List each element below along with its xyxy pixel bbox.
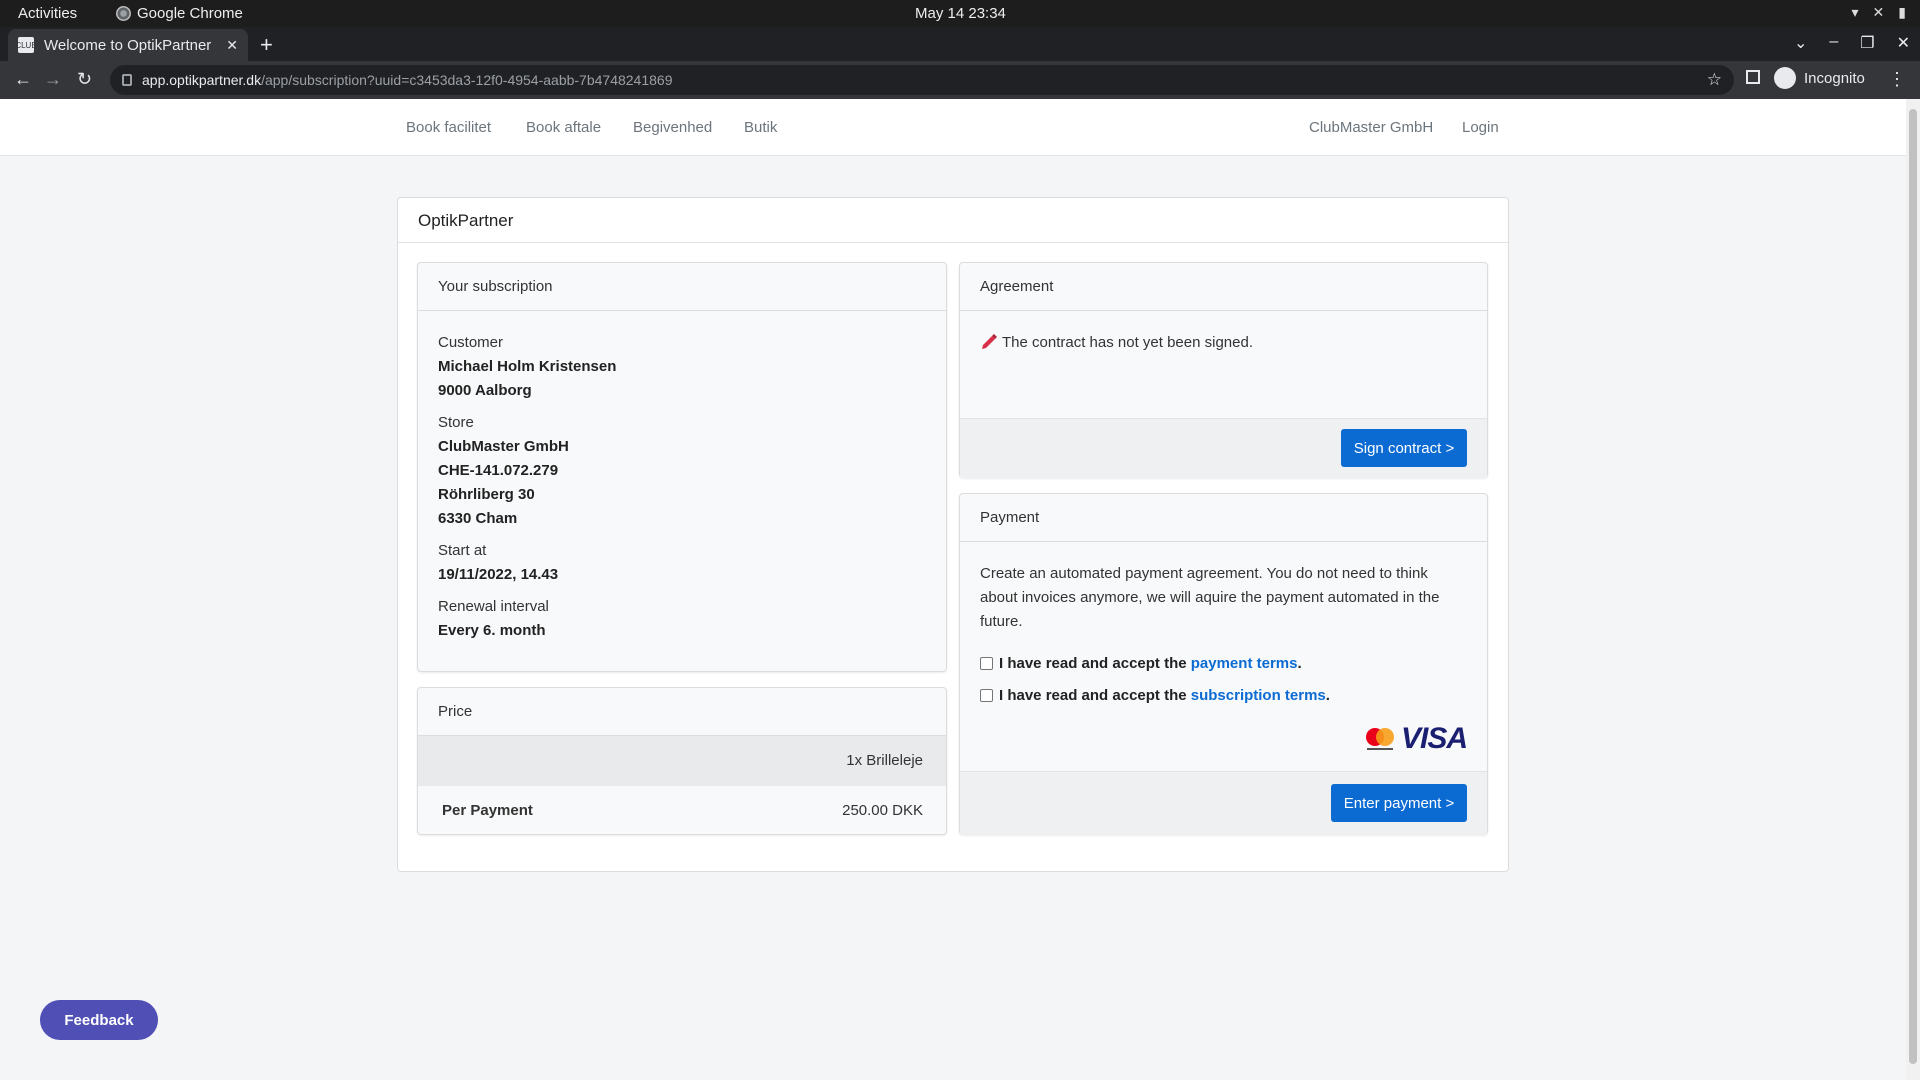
active-app-name: Google Chrome: [137, 5, 243, 22]
payment-terms-link[interactable]: payment terms: [1191, 655, 1298, 672]
scrollbar-thumb[interactable]: [1909, 109, 1917, 1064]
subscription-terms-prefix: I have read and accept the: [999, 687, 1187, 704]
window-controls: ⌄ – ❐ ✕: [1794, 33, 1910, 53]
page-scrollbar[interactable]: [1906, 99, 1920, 1080]
window-close-icon[interactable]: ✕: [1897, 33, 1910, 53]
payment-card: Payment Create an automated payment agre…: [959, 493, 1488, 835]
page-title: OptikPartner: [398, 198, 1508, 243]
wifi-icon: ▾: [1851, 4, 1859, 20]
store-label: Store: [438, 414, 474, 431]
payment-terms-suffix: .: [1297, 655, 1302, 672]
per-payment-row: Per Payment 250.00 DKK: [418, 786, 946, 836]
contract-status: The contract has not yet been signed.: [1002, 333, 1253, 351]
price-item-row: 1x Brilleleje: [418, 736, 946, 786]
lock-icon[interactable]: [122, 74, 132, 86]
price-item: 1x Brilleleje: [846, 752, 923, 769]
incognito-icon: [1774, 67, 1796, 89]
subscription-terms-link[interactable]: subscription terms: [1191, 687, 1326, 704]
side-panel-icon[interactable]: [1746, 70, 1760, 84]
back-icon[interactable]: ←: [14, 69, 32, 90]
subscription-card: Your subscription Customer Michael Holm …: [417, 262, 947, 672]
payment-description: Create an automated payment agreement. Y…: [980, 565, 1440, 630]
payment-terms-line: I have read and accept the payment terms…: [980, 655, 1302, 672]
agreement-card: Agreement The contract has not yet been …: [959, 262, 1488, 478]
browser-menu-icon[interactable]: ⋮: [1888, 69, 1906, 90]
battery-icon: ▮: [1898, 4, 1906, 20]
tab-title: Welcome to OptikPartner: [44, 36, 212, 54]
tab-search-icon[interactable]: ⌄: [1794, 33, 1807, 53]
payment-card-footer: Enter payment >: [960, 771, 1487, 835]
per-payment-value: 250.00 DKK: [842, 802, 923, 819]
browser-tab-active[interactable]: CLUB Welcome to OptikPartner ✕: [8, 29, 248, 61]
subscription-terms-line: I have read and accept the subscription …: [980, 687, 1330, 704]
card-logos: VISA: [1363, 722, 1468, 756]
incognito-label: Incognito: [1804, 69, 1865, 87]
nav-butik[interactable]: Butik: [744, 119, 777, 136]
store-street: Röhrliberg 30: [438, 486, 535, 503]
feedback-button[interactable]: Feedback: [40, 1000, 158, 1040]
nav-begivenhed[interactable]: Begivenhed: [633, 119, 712, 136]
nav-book-aftale[interactable]: Book aftale: [526, 119, 601, 136]
customer-city: 9000 Aalborg: [438, 382, 532, 399]
customer-label: Customer: [438, 334, 504, 351]
per-payment-label: Per Payment: [442, 802, 533, 819]
start-value: 19/11/2022, 14.43: [438, 566, 559, 583]
sign-contract-button[interactable]: Sign contract >: [1341, 429, 1467, 467]
system-clock[interactable]: May 14 23:34: [915, 5, 1006, 22]
address-bar[interactable]: app.optikpartner.dk/app/subscription?uui…: [110, 65, 1734, 95]
system-top-bar: Activities Google Chrome May 14 23:34 ▾ …: [0, 0, 1920, 27]
enter-payment-button[interactable]: Enter payment >: [1331, 784, 1467, 822]
site-favicon-icon: CLUB: [15, 37, 37, 53]
url-host: app.optikpartner.dk: [142, 72, 262, 88]
nav-login[interactable]: Login: [1462, 119, 1499, 136]
payment-terms-prefix: I have read and accept the: [999, 655, 1187, 672]
renewal-value: Every 6. month: [438, 622, 546, 639]
start-label: Start at: [438, 542, 487, 559]
renewal-label: Renewal interval: [438, 598, 549, 615]
nav-book-facilitet[interactable]: Book facilitet: [406, 119, 491, 136]
browser-toolbar: ← → ↻ app.optikpartner.dk/app/subscripti…: [0, 61, 1920, 99]
browser-tab-strip: CLUB Welcome to OptikPartner ✕ + ⌄ – ❐ ✕: [0, 27, 1920, 61]
payment-card-header: Payment: [960, 494, 1487, 542]
page-viewport: Book facilitet Book aftale Begivenhed Bu…: [0, 99, 1906, 1080]
store-city: 6330 Cham: [438, 510, 518, 527]
tab-close-icon[interactable]: ✕: [226, 37, 238, 54]
forward-icon[interactable]: →: [44, 69, 62, 90]
new-tab-icon[interactable]: +: [260, 32, 273, 58]
price-card-header: Price: [418, 688, 946, 736]
price-card: Price 1x Brilleleje Per Payment 250.00 D…: [417, 687, 947, 835]
agreement-card-header: Agreement: [960, 263, 1487, 311]
agreement-card-footer: Sign contract >: [960, 418, 1487, 478]
system-tray[interactable]: ▾ ✕ ▮: [1852, 4, 1906, 21]
mastercard-icon: [1365, 728, 1394, 750]
pencil-icon: [982, 334, 997, 349]
store-vat: CHE-141.072.279: [438, 462, 559, 479]
store-name: ClubMaster GmbH: [438, 438, 569, 455]
subscription-card-header: Your subscription: [418, 263, 946, 311]
visa-logo: VISA: [1400, 722, 1468, 755]
minimize-icon[interactable]: –: [1829, 33, 1838, 53]
subscription-terms-checkbox[interactable]: [980, 689, 993, 702]
restore-icon[interactable]: ❐: [1860, 33, 1874, 53]
nav-company[interactable]: ClubMaster GmbH: [1309, 119, 1433, 136]
site-navbar: Book facilitet Book aftale Begivenhed Bu…: [0, 99, 1906, 156]
url-path: /app/subscription?uuid=c3453da3-12f0-495…: [261, 72, 673, 88]
chrome-icon: [116, 6, 131, 21]
incognito-profile[interactable]: Incognito: [1774, 67, 1865, 89]
active-app-menu[interactable]: Google Chrome: [116, 5, 243, 22]
volume-muted-icon: ✕: [1872, 4, 1885, 20]
customer-name: Michael Holm Kristensen: [438, 358, 617, 375]
reload-icon[interactable]: ↻: [77, 69, 92, 90]
subscription-terms-suffix: .: [1325, 687, 1330, 704]
payment-terms-checkbox[interactable]: [980, 657, 993, 670]
bookmark-star-icon[interactable]: ☆: [1707, 70, 1722, 90]
subscription-page-card: OptikPartner Your subscription Customer …: [397, 197, 1509, 872]
activities-button[interactable]: Activities: [18, 5, 77, 22]
